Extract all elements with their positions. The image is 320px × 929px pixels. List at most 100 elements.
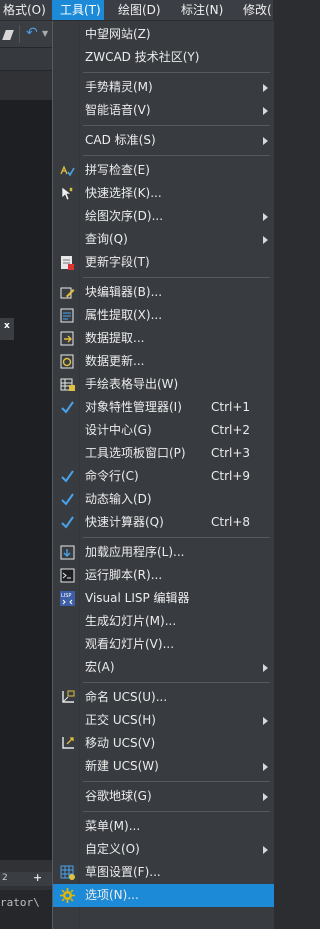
menu-draw[interactable]: 绘图(D)	[118, 0, 168, 20]
chevron-down-icon[interactable]: ▼	[42, 29, 48, 38]
menu-item-label: 绘图次序(D)...	[85, 209, 164, 223]
menu-item[interactable]: 生成幻灯片(M)...	[53, 610, 274, 633]
menu-item[interactable]: 动态输入(D)	[53, 488, 274, 511]
menu-item[interactable]: 中望网站(Z)	[53, 23, 274, 46]
quick-select-icon	[59, 185, 76, 202]
menu-item-label: 宏(A)	[85, 660, 115, 674]
menu-item[interactable]: ZWCAD 技术社区(Y)	[53, 46, 274, 69]
tools-dropdown-menu: 中望网站(Z) ZWCAD 技术社区(Y) 手势精灵(M) 智能语音(V) CAD 标准…	[52, 21, 274, 929]
menu-item[interactable]: 快速计算器(Q) Ctrl+8	[53, 511, 274, 534]
menu-item-label: 手绘表格导出(W)	[85, 377, 179, 391]
menu-item-shortcut: Ctrl+8	[211, 515, 251, 529]
menu-item[interactable]: 属性提取(X)...	[53, 304, 274, 327]
menu-item[interactable]: 绘图次序(D)...	[53, 205, 274, 228]
attribute-extract-icon	[59, 307, 76, 324]
menu-item[interactable]: 查询(Q)	[53, 228, 274, 251]
menu-item-label: 快速选择(K)...	[85, 186, 162, 200]
menu-item[interactable]: 手绘表格导出(W)	[53, 373, 274, 396]
menu-item[interactable]: 移动 UCS(V)	[53, 732, 274, 755]
menu-item[interactable]: 新建 UCS(W)	[53, 755, 274, 778]
submenu-arrow-icon	[263, 84, 268, 92]
submenu-arrow-icon	[263, 717, 268, 725]
menu-item[interactable]: 拼写检查(E)	[53, 159, 274, 182]
menu-item[interactable]: 设计中心(G) Ctrl+2	[53, 419, 274, 442]
menu-item[interactable]: 数据提取...	[53, 327, 274, 350]
check-icon	[59, 491, 76, 508]
menubar: 格式(O) 工具(T) 绘图(D) 标注(N) 修改(	[0, 0, 273, 21]
lisp-icon: LISP	[59, 590, 76, 607]
menu-item-label: 智能语音(V)	[85, 103, 151, 117]
menu-item[interactable]: 命令行(C) Ctrl+9	[53, 465, 274, 488]
menu-item-label: 查询(Q)	[85, 232, 128, 246]
named-ucs-icon	[59, 689, 76, 706]
menu-item-label: 运行脚本(R)...	[85, 568, 163, 582]
menu-item[interactable]: 命名 UCS(U)...	[53, 686, 274, 709]
menu-item[interactable]: 更新字段(T)	[53, 251, 274, 274]
menu-format[interactable]: 格式(O)	[3, 0, 47, 20]
menu-item-label: 动态输入(D)	[85, 492, 152, 506]
menu-item[interactable]: 加载应用程序(L)...	[53, 541, 274, 564]
drawing-area[interactable]	[0, 100, 52, 860]
menu-item-label: 更新字段(T)	[85, 255, 150, 269]
menu-item[interactable]: 谷歌地球(G)	[53, 785, 274, 808]
submenu-arrow-icon	[263, 213, 268, 221]
check-icon	[59, 468, 76, 485]
menu-item[interactable]: 正交 UCS(H)	[53, 709, 274, 732]
table-export-icon	[59, 376, 76, 393]
menu-item-label: 选项(N)...	[85, 888, 139, 902]
undo-icon[interactable]: ↶	[26, 25, 38, 41]
menu-modify[interactable]: 修改(	[243, 0, 273, 20]
menu-separator	[83, 72, 270, 73]
close-icon[interactable]: x	[4, 321, 10, 331]
menu-item-shortcut: Ctrl+3	[211, 446, 251, 460]
menu-separator	[83, 781, 270, 782]
menu-item[interactable]: 工具选项板窗口(P) Ctrl+3	[53, 442, 274, 465]
menu-item[interactable]: 运行脚本(R)...	[53, 564, 274, 587]
layout-tab-label[interactable]: 2	[2, 873, 8, 883]
submenu-arrow-icon	[263, 107, 268, 115]
submenu-arrow-icon	[263, 793, 268, 801]
menu-item[interactable]: 宏(A)	[53, 656, 274, 679]
menu-item-label: 手势精灵(M)	[85, 80, 153, 94]
menu-item[interactable]: 块编辑器(B)...	[53, 281, 274, 304]
menu-item-shortcut: Ctrl+2	[211, 423, 251, 437]
menu-item-label: 草图设置(F)...	[85, 865, 161, 879]
add-layout-button[interactable]: +	[33, 871, 42, 884]
menu-tools[interactable]: 工具(T)	[52, 0, 104, 20]
menu-item[interactable]: 菜单(M)...	[53, 815, 274, 838]
menu-item-shortcut: Ctrl+9	[211, 469, 251, 483]
menu-item-label: 快速计算器(Q)	[85, 515, 164, 529]
menu-dimension-label: 标注(N)	[181, 3, 224, 17]
menu-item-label: 观看幻灯片(V)...	[85, 637, 175, 651]
menu-item[interactable]: 手势精灵(M)	[53, 76, 274, 99]
layout-tab-bar	[0, 872, 52, 886]
menu-separator	[83, 811, 270, 812]
menu-item-label: 移动 UCS(V)	[85, 736, 156, 750]
menu-item-label: 生成幻灯片(M)...	[85, 614, 177, 628]
secondary-toolbar	[0, 48, 52, 71]
menu-item[interactable]: 自定义(O)	[53, 838, 274, 861]
menu-dimension[interactable]: 标注(N)	[181, 0, 231, 20]
menu-item[interactable]: 选项(N)...	[53, 884, 274, 907]
menu-item-label: 命名 UCS(U)...	[85, 690, 168, 704]
menu-item[interactable]: LISP Visual LISP 编辑器	[53, 587, 274, 610]
submenu-arrow-icon	[263, 137, 268, 145]
menu-item[interactable]: 数据更新...	[53, 350, 274, 373]
data-extract-icon	[59, 330, 76, 347]
run-script-icon	[59, 567, 76, 584]
menu-draw-label: 绘图(D)	[118, 3, 161, 17]
menu-item[interactable]: 观看幻灯片(V)...	[53, 633, 274, 656]
menu-item[interactable]: 快速选择(K)...	[53, 182, 274, 205]
menu-item[interactable]: 智能语音(V)	[53, 99, 274, 122]
menu-item-label: ZWCAD 技术社区(Y)	[85, 50, 200, 64]
menu-item-label: 数据提取...	[85, 331, 145, 345]
menu-item[interactable]: 对象特性管理器(I) Ctrl+1	[53, 396, 274, 419]
menu-item[interactable]: 草图设置(F)...	[53, 861, 274, 884]
menu-item-label: 对象特性管理器(I)	[85, 400, 182, 414]
menu-item-label: Visual LISP 编辑器	[85, 591, 190, 605]
svg-text:LISP: LISP	[61, 593, 71, 599]
menu-format-label: 格式(O)	[3, 3, 46, 17]
submenu-arrow-icon	[263, 664, 268, 672]
menu-item[interactable]: CAD 标准(S)	[53, 129, 274, 152]
submenu-arrow-icon	[263, 763, 268, 771]
